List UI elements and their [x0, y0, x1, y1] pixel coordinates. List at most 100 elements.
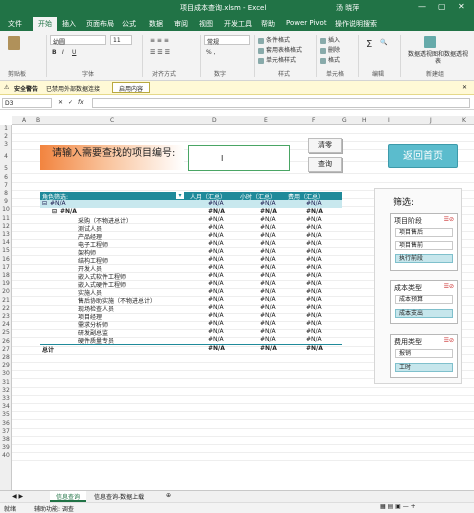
clear-button[interactable]: 清零 — [308, 138, 342, 153]
row-header[interactable]: 33 — [0, 395, 12, 402]
close-icon[interactable]: ✕ — [458, 2, 465, 11]
row-header[interactable]: 30 — [0, 370, 12, 377]
pivot-role-row[interactable]: 架构师 #N/A #N/A #N/A — [40, 248, 342, 257]
pivot-role-row[interactable]: 测试人员 #N/A #N/A #N/A — [40, 224, 342, 233]
name-box[interactable]: D3 — [2, 98, 52, 108]
row-header[interactable]: 21 — [0, 297, 12, 304]
pivot-role-row[interactable]: 需求分析师 #N/A #N/A #N/A — [40, 320, 342, 329]
pivot-role-row[interactable]: 开发人员 #N/A #N/A #N/A — [40, 264, 342, 273]
pivot-role-row[interactable]: 硬件质量专员 #N/A #N/A #N/A — [40, 336, 342, 345]
row-header[interactable]: 9 — [0, 198, 12, 205]
collapse-icon[interactable]: ⊟ — [42, 200, 47, 207]
tab-developer[interactable]: 开发工具 — [224, 19, 252, 29]
row-header[interactable]: 13 — [0, 231, 12, 238]
align-lines-icon[interactable]: ☰ ☰ ☰ — [150, 49, 170, 56]
sheet-tab-query[interactable]: 信息查询 — [50, 491, 87, 502]
row-header[interactable]: 36 — [0, 420, 12, 427]
insert-button[interactable]: 插入 — [320, 35, 340, 44]
row-header[interactable]: 25 — [0, 329, 12, 336]
row-header[interactable]: 10 — [0, 206, 12, 213]
pivot-role-row[interactable]: 售后协助实施（不物进总计） #N/A #N/A #N/A — [40, 296, 342, 305]
row-header[interactable]: 7 — [0, 182, 12, 189]
enable-content-button[interactable]: 启用内容 — [112, 82, 151, 93]
row-header[interactable]: 34 — [0, 403, 12, 410]
row-header[interactable]: 22 — [0, 305, 12, 312]
row-header[interactable]: 32 — [0, 387, 12, 394]
tab-search[interactable]: 操作说明搜索 — [335, 19, 377, 29]
row-header[interactable]: 12 — [0, 223, 12, 230]
row-header[interactable]: 17 — [0, 264, 12, 271]
pivot-role-row[interactable]: 结构工程师 #N/A #N/A #N/A — [40, 256, 342, 265]
italic-icon[interactable]: I — [62, 49, 64, 56]
column-header[interactable]: C — [110, 117, 114, 124]
column-header[interactable]: E — [264, 117, 268, 124]
pivot-wizard-button[interactable]: 数据透视图和数据透视表 — [406, 51, 470, 65]
collapse-icon[interactable]: ⊟ — [52, 208, 57, 215]
column-header[interactable]: D — [212, 117, 217, 124]
pivot-role-row[interactable]: 电子工程师 #N/A #N/A #N/A — [40, 240, 342, 249]
pivot-chart-icon[interactable] — [424, 36, 438, 48]
slicer-item[interactable]: 项目售前 — [395, 241, 453, 250]
row-header[interactable]: 19 — [0, 280, 12, 287]
row-header[interactable]: 24 — [0, 321, 12, 328]
row-header[interactable]: 16 — [0, 256, 12, 263]
pivot-role-row[interactable]: 嵌入式软件工程师 #N/A #N/A #N/A — [40, 272, 342, 281]
row-header[interactable]: 26 — [0, 338, 12, 345]
row-header[interactable]: 20 — [0, 288, 12, 295]
sheet-tab-upload[interactable]: 信息查询-数据上载 — [88, 491, 150, 502]
tab-home[interactable]: 开始 — [33, 17, 57, 31]
slicer-item[interactable]: 成本支出 — [395, 309, 453, 318]
column-header[interactable]: A — [22, 117, 26, 124]
row-header[interactable]: 6 — [0, 174, 12, 181]
number-format-select[interactable]: 常规 — [204, 35, 250, 46]
tab-insert[interactable]: 插入 — [62, 19, 76, 29]
format-button[interactable]: 格式 — [320, 55, 340, 64]
query-button[interactable]: 查询 — [308, 157, 342, 172]
row-header[interactable]: 31 — [0, 379, 12, 386]
percent-icon[interactable]: % , — [206, 49, 216, 56]
tab-formulas[interactable]: 公式 — [122, 19, 136, 29]
row-header[interactable]: 14 — [0, 239, 12, 246]
row-header[interactable]: 8 — [0, 190, 12, 197]
tab-page-layout[interactable]: 页面布局 — [86, 19, 114, 29]
enter-icon[interactable]: ✓ — [68, 99, 73, 106]
paste-icon[interactable] — [8, 36, 22, 50]
tab-file[interactable]: 文件 — [8, 19, 22, 29]
maximize-icon[interactable]: ▢ — [438, 2, 446, 11]
row-header[interactable]: 15 — [0, 247, 12, 254]
user-name[interactable]: 汤 晓萍 — [336, 3, 359, 13]
underline-icon[interactable]: U — [72, 49, 76, 56]
row-header[interactable]: 23 — [0, 313, 12, 320]
row-header[interactable]: 18 — [0, 272, 12, 279]
accessibility-status[interactable]: 辅助功能: 调查 — [34, 504, 74, 513]
column-header[interactable]: I — [388, 117, 390, 124]
pivot-role-row[interactable]: 研发副总监 #N/A #N/A #N/A — [40, 328, 342, 337]
cancel-icon[interactable]: ✕ — [58, 99, 63, 106]
row-header[interactable]: 37 — [0, 428, 12, 435]
row-header[interactable]: 1 — [0, 125, 12, 132]
row-header[interactable]: 39 — [0, 444, 12, 451]
home-button[interactable]: 返回首页 — [388, 144, 458, 168]
function-icon[interactable]: fx — [78, 99, 84, 106]
column-header[interactable]: J — [430, 117, 432, 124]
row-header[interactable]: 3 — [0, 141, 12, 148]
row-header[interactable]: 35 — [0, 411, 12, 418]
tab-data[interactable]: 数据 — [149, 19, 163, 29]
row-header[interactable]: 27 — [0, 346, 12, 353]
slicer-item[interactable]: 报销 — [395, 349, 453, 358]
tab-help[interactable]: 帮助 — [261, 19, 275, 29]
row-header[interactable]: 2 — [0, 133, 12, 140]
filter-dropdown-icon[interactable]: ▾ — [176, 192, 184, 199]
align-icon[interactable]: ≡ ≡ ≡ — [150, 37, 169, 44]
pivot-role-row[interactable]: 项目经理 #N/A #N/A #N/A — [40, 312, 342, 321]
row-header[interactable]: 29 — [0, 362, 12, 369]
tab-review[interactable]: 审阅 — [174, 19, 188, 29]
table-format-button[interactable]: 套用表格格式 — [258, 45, 302, 54]
row-header[interactable]: 11 — [0, 215, 12, 222]
column-header[interactable]: F — [312, 117, 315, 124]
view-icons[interactable]: ▦ ▤ ▣ — + — [380, 503, 416, 510]
pivot-role-row[interactable]: 嵌入式硬件工程师 #N/A #N/A #N/A — [40, 280, 342, 289]
pivot-role-row[interactable]: 实施人员 #N/A #N/A #N/A — [40, 288, 342, 297]
clear-filter-icon[interactable]: ☰⊘ — [444, 337, 454, 344]
row-header[interactable]: 38 — [0, 436, 12, 443]
